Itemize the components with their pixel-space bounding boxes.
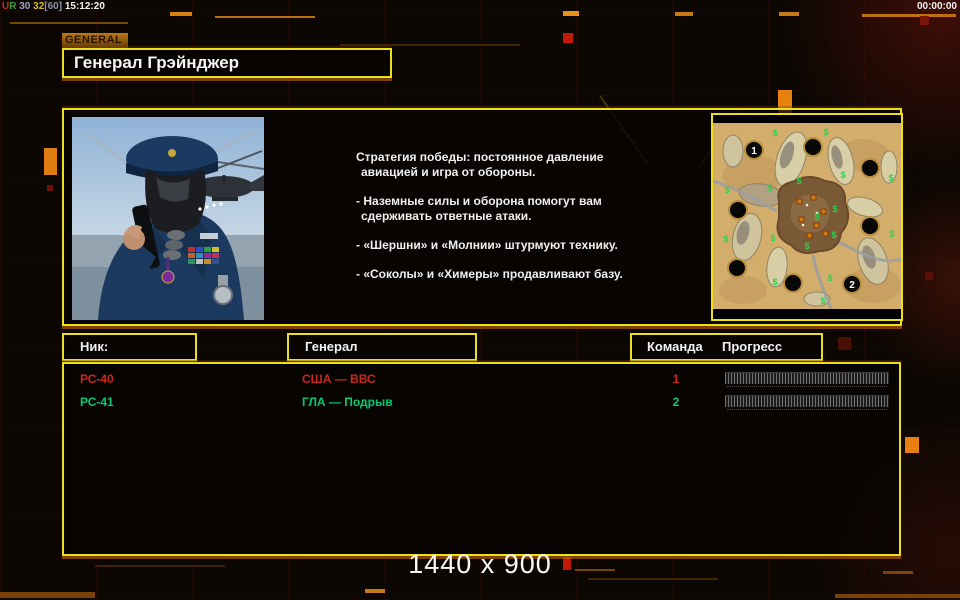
general-info-panel: Стратегия победы: постоянное давление ав… [62,108,903,326]
header-general-label: Генерал [305,339,358,354]
deco-square [47,185,53,191]
roster-row[interactable]: РС-41 ГЛА — Подрыв 2 [64,391,899,413]
header-nick-label: Ник: [80,339,109,354]
player-team: 1 [672,372,680,386]
strategy-line: авиацией и игра от обороны. [361,165,536,179]
supply-icon: $ [889,229,894,239]
page-title: Генерал Грэйнджер [74,53,240,72]
deco-square [835,594,960,598]
supply-icon: $ [888,173,893,183]
supply-icon: $ [796,176,801,186]
deco-square [920,16,929,25]
deco-square [170,12,192,16]
header-team-label: Команда [647,339,703,354]
deco-square [838,337,851,350]
minimap-box: $ $ $ $ $ $ $ $ $ $ $ $ $ $ $ $ $ 1 2 [711,113,903,321]
supply-icon: $ [831,230,836,240]
town-area [776,176,850,254]
header-team-progress: Команда Прогресс [630,333,823,361]
player-general: США — ВВС [302,372,376,386]
circuit-line [10,22,128,24]
deco-square [675,12,693,16]
header-progress-label: Прогресс [722,339,783,354]
perf-segment: 30 [16,1,31,12]
supply-icon: $ [814,212,819,222]
progress-bar [725,395,889,410]
supply-icon: $ [823,127,828,137]
supply-icon: $ [827,273,832,283]
circuit-line [215,16,315,18]
deco-square [563,33,573,43]
player-nick: РС-41 [80,395,114,409]
deco-square [0,592,95,598]
strategy-line: - «Шершни» и «Молнии» штурмуют технику. [356,238,618,252]
strategy-line: - Наземные силы и оборона помогут вам [356,194,602,208]
spawn-point-2: 2 [849,280,855,291]
supply-icon: $ [723,234,728,244]
general-portrait [72,117,265,320]
header-general: Генерал [287,333,477,361]
player-team: 2 [672,395,680,409]
strategy-line: - «Соколы» и «Химеры» продавливают базу. [356,267,623,281]
supply-icon: $ [832,204,837,214]
tab-general[interactable]: GENERAL [62,33,128,48]
player-nick: РС-40 [80,372,114,386]
deco-square [44,148,57,175]
strategy-line: сдерживать ответные атаки. [361,209,532,223]
resolution-label: 1440 x 900 [408,549,552,579]
perf-segment: [60] [44,1,63,12]
roster-row[interactable]: РС-40 США — ВВС 1 [64,368,899,390]
spawn-point-1: 1 [751,146,757,157]
deco-square [563,11,579,16]
strategy-text: Стратегия победы: постоянное давление ав… [356,150,696,282]
progress-bar [725,372,889,387]
perf-segment: 15:12:20 [62,1,105,12]
performance-counter: UR 30 32[60] 15:12:20 [2,1,105,12]
supply-icon: $ [772,128,777,138]
supply-icon: $ [820,296,825,306]
supply-icon: $ [840,170,845,180]
deco-square [365,589,385,593]
portrait-image [72,117,265,320]
player-general: ГЛА — Подрыв [302,395,393,409]
general-title-box: Генерал Грэйнджер [62,48,392,78]
minimap-image: $ $ $ $ $ $ $ $ $ $ $ $ $ $ $ $ $ 1 2 [712,115,902,320]
deco-square [925,272,933,280]
deco-square [905,437,919,453]
supply-icon: $ [772,277,777,287]
supply-icon: $ [767,183,772,193]
circuit-line [340,44,520,46]
supply-icon: $ [770,233,775,243]
header-nick: Ник: [62,333,197,361]
perf-segment: 32 [30,1,45,12]
deco-square [779,12,799,16]
strategy-line: Стратегия победы: постоянное давление [356,150,604,164]
mission-timer: 00:00:00 [916,1,957,12]
supply-icon: $ [804,241,809,251]
supply-icon: $ [724,185,729,195]
circuit-line [862,14,956,17]
roster-panel: РС-40 США — ВВС 1 РС-41 ГЛА — Подрыв 2 [62,362,901,556]
